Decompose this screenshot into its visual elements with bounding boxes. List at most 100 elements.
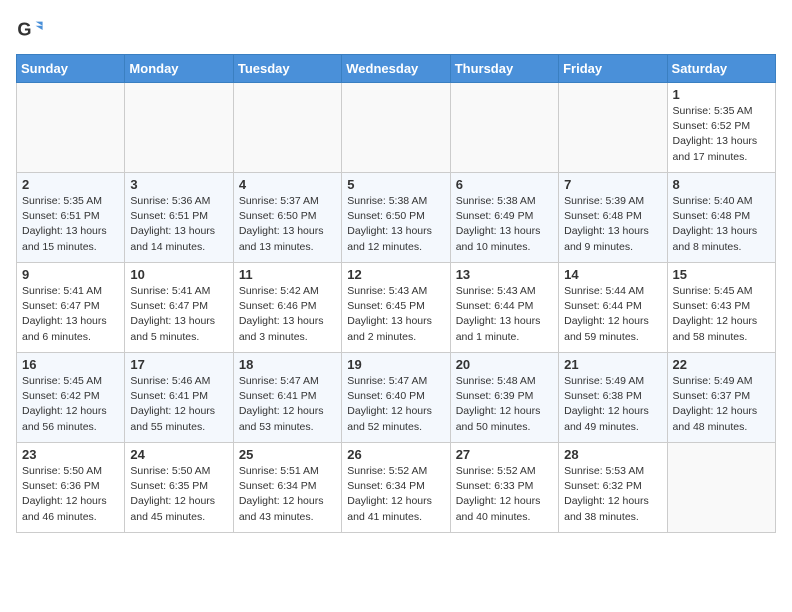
day-cell: 10 Sunrise: 5:41 AM Sunset: 6:47 PM Dayli… xyxy=(125,263,233,353)
day-number: 19 xyxy=(347,357,444,372)
day-cell xyxy=(667,443,775,533)
day-cell: 14Sunrise: 5:44 AM Sunset: 6:44 PM Dayli… xyxy=(559,263,667,353)
week-row-2: 2 Sunrise: 5:35 AM Sunset: 6:51 PM Daylig… xyxy=(17,173,776,263)
day-cell: 18Sunrise: 5:47 AM Sunset: 6:41 PM Dayli… xyxy=(233,353,341,443)
day-info: Sunrise: 5:52 AM Sunset: 6:33 PM Dayligh… xyxy=(456,464,553,525)
day-info: Sunrise: 5:52 AM Sunset: 6:34 PM Dayligh… xyxy=(347,464,444,525)
day-cell: 22 Sunrise: 5:49 AM Sunset: 6:37 PM Dayli… xyxy=(667,353,775,443)
day-cell: 13 Sunrise: 5:43 AM Sunset: 6:44 PM Dayli… xyxy=(450,263,558,353)
day-cell xyxy=(125,83,233,173)
day-info: Sunrise: 5:37 AM Sunset: 6:50 PM Dayligh… xyxy=(239,194,336,255)
day-cell: 17 Sunrise: 5:46 AM Sunset: 6:41 PM Dayli… xyxy=(125,353,233,443)
day-info: Sunrise: 5:43 AM Sunset: 6:44 PM Dayligh… xyxy=(456,284,553,345)
week-row-4: 16Sunrise: 5:45 AM Sunset: 6:42 PM Dayli… xyxy=(17,353,776,443)
day-cell: 28 Sunrise: 5:53 AM Sunset: 6:32 PM Dayli… xyxy=(559,443,667,533)
day-number: 4 xyxy=(239,177,336,192)
day-info: Sunrise: 5:38 AM Sunset: 6:50 PM Dayligh… xyxy=(347,194,444,255)
day-cell: 8 Sunrise: 5:40 AM Sunset: 6:48 PM Daylig… xyxy=(667,173,775,263)
day-cell: 25 Sunrise: 5:51 AM Sunset: 6:34 PM Dayli… xyxy=(233,443,341,533)
day-number: 5 xyxy=(347,177,444,192)
day-info: Sunrise: 5:39 AM Sunset: 6:48 PM Dayligh… xyxy=(564,194,661,255)
day-cell: 16Sunrise: 5:45 AM Sunset: 6:42 PM Dayli… xyxy=(17,353,125,443)
day-cell: 1Sunrise: 5:35 AM Sunset: 6:52 PM Daylig… xyxy=(667,83,775,173)
day-cell: 20 Sunrise: 5:48 AM Sunset: 6:39 PM Dayli… xyxy=(450,353,558,443)
day-cell: 2 Sunrise: 5:35 AM Sunset: 6:51 PM Daylig… xyxy=(17,173,125,263)
week-row-3: 9 Sunrise: 5:41 AM Sunset: 6:47 PM Daylig… xyxy=(17,263,776,353)
day-info: Sunrise: 5:36 AM Sunset: 6:51 PM Dayligh… xyxy=(130,194,227,255)
day-cell: 26 Sunrise: 5:52 AM Sunset: 6:34 PM Dayli… xyxy=(342,443,450,533)
day-info: Sunrise: 5:50 AM Sunset: 6:36 PM Dayligh… xyxy=(22,464,119,525)
day-info: Sunrise: 5:49 AM Sunset: 6:38 PM Dayligh… xyxy=(564,374,661,435)
day-info: Sunrise: 5:45 AM Sunset: 6:43 PM Dayligh… xyxy=(673,284,770,345)
calendar-table: SundayMondayTuesdayWednesdayThursdayFrid… xyxy=(16,54,776,533)
day-header-monday: Monday xyxy=(125,55,233,83)
day-number: 21 xyxy=(564,357,661,372)
day-number: 25 xyxy=(239,447,336,462)
day-number: 23 xyxy=(22,447,119,462)
day-number: 13 xyxy=(456,267,553,282)
day-info: Sunrise: 5:40 AM Sunset: 6:48 PM Dayligh… xyxy=(673,194,770,255)
day-info: Sunrise: 5:51 AM Sunset: 6:34 PM Dayligh… xyxy=(239,464,336,525)
page-header: G xyxy=(16,16,776,44)
day-number: 9 xyxy=(22,267,119,282)
day-header-sunday: Sunday xyxy=(17,55,125,83)
day-info: Sunrise: 5:53 AM Sunset: 6:32 PM Dayligh… xyxy=(564,464,661,525)
day-number: 27 xyxy=(456,447,553,462)
day-header-thursday: Thursday xyxy=(450,55,558,83)
day-info: Sunrise: 5:41 AM Sunset: 6:47 PM Dayligh… xyxy=(130,284,227,345)
day-number: 14 xyxy=(564,267,661,282)
day-info: Sunrise: 5:50 AM Sunset: 6:35 PM Dayligh… xyxy=(130,464,227,525)
logo: G xyxy=(16,16,48,44)
day-cell xyxy=(559,83,667,173)
day-header-friday: Friday xyxy=(559,55,667,83)
day-number: 28 xyxy=(564,447,661,462)
day-cell: 9 Sunrise: 5:41 AM Sunset: 6:47 PM Daylig… xyxy=(17,263,125,353)
day-number: 7 xyxy=(564,177,661,192)
day-info: Sunrise: 5:41 AM Sunset: 6:47 PM Dayligh… xyxy=(22,284,119,345)
day-cell: 4 Sunrise: 5:37 AM Sunset: 6:50 PM Daylig… xyxy=(233,173,341,263)
day-cell: 6 Sunrise: 5:38 AM Sunset: 6:49 PM Daylig… xyxy=(450,173,558,263)
day-info: Sunrise: 5:47 AM Sunset: 6:40 PM Dayligh… xyxy=(347,374,444,435)
day-number: 8 xyxy=(673,177,770,192)
day-cell: 12 Sunrise: 5:43 AM Sunset: 6:45 PM Dayli… xyxy=(342,263,450,353)
logo-icon: G xyxy=(16,16,44,44)
day-number: 16 xyxy=(22,357,119,372)
day-number: 22 xyxy=(673,357,770,372)
day-cell xyxy=(342,83,450,173)
day-number: 12 xyxy=(347,267,444,282)
day-cell xyxy=(233,83,341,173)
day-cell: 24 Sunrise: 5:50 AM Sunset: 6:35 PM Dayli… xyxy=(125,443,233,533)
day-cell: 23 Sunrise: 5:50 AM Sunset: 6:36 PM Dayli… xyxy=(17,443,125,533)
header-row: SundayMondayTuesdayWednesdayThursdayFrid… xyxy=(17,55,776,83)
day-cell: 19 Sunrise: 5:47 AM Sunset: 6:40 PM Dayli… xyxy=(342,353,450,443)
day-info: Sunrise: 5:49 AM Sunset: 6:37 PM Dayligh… xyxy=(673,374,770,435)
day-cell: 5 Sunrise: 5:38 AM Sunset: 6:50 PM Daylig… xyxy=(342,173,450,263)
day-info: Sunrise: 5:46 AM Sunset: 6:41 PM Dayligh… xyxy=(130,374,227,435)
day-number: 17 xyxy=(130,357,227,372)
day-cell xyxy=(17,83,125,173)
day-number: 20 xyxy=(456,357,553,372)
day-header-wednesday: Wednesday xyxy=(342,55,450,83)
day-number: 3 xyxy=(130,177,227,192)
day-info: Sunrise: 5:38 AM Sunset: 6:49 PM Dayligh… xyxy=(456,194,553,255)
day-number: 2 xyxy=(22,177,119,192)
day-info: Sunrise: 5:48 AM Sunset: 6:39 PM Dayligh… xyxy=(456,374,553,435)
day-number: 11 xyxy=(239,267,336,282)
day-number: 6 xyxy=(456,177,553,192)
day-number: 26 xyxy=(347,447,444,462)
day-info: Sunrise: 5:43 AM Sunset: 6:45 PM Dayligh… xyxy=(347,284,444,345)
day-info: Sunrise: 5:42 AM Sunset: 6:46 PM Dayligh… xyxy=(239,284,336,345)
day-cell: 11 Sunrise: 5:42 AM Sunset: 6:46 PM Dayli… xyxy=(233,263,341,353)
day-cell: 3 Sunrise: 5:36 AM Sunset: 6:51 PM Daylig… xyxy=(125,173,233,263)
svg-text:G: G xyxy=(17,20,31,40)
day-number: 1 xyxy=(673,87,770,102)
day-header-tuesday: Tuesday xyxy=(233,55,341,83)
day-info: Sunrise: 5:47 AM Sunset: 6:41 PM Dayligh… xyxy=(239,374,336,435)
day-number: 10 xyxy=(130,267,227,282)
day-header-saturday: Saturday xyxy=(667,55,775,83)
day-cell xyxy=(450,83,558,173)
week-row-1: 1Sunrise: 5:35 AM Sunset: 6:52 PM Daylig… xyxy=(17,83,776,173)
day-number: 24 xyxy=(130,447,227,462)
day-cell: 27 Sunrise: 5:52 AM Sunset: 6:33 PM Dayli… xyxy=(450,443,558,533)
day-info: Sunrise: 5:35 AM Sunset: 6:51 PM Dayligh… xyxy=(22,194,119,255)
